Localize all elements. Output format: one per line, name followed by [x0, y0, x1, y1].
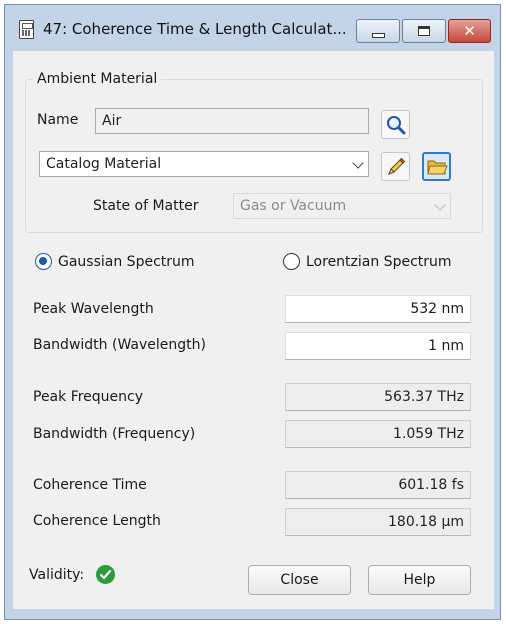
validity-label: Validity:: [29, 567, 85, 583]
state-of-matter-label: State of Matter: [93, 198, 199, 214]
gaussian-spectrum-radio[interactable]: Gaussian Spectrum: [35, 253, 195, 270]
material-name-value: Air: [102, 113, 122, 129]
state-of-matter-value: Gas or Vacuum: [240, 198, 347, 214]
close-icon: ✕: [463, 21, 476, 40]
open-material-file-button[interactable]: [422, 152, 451, 181]
state-of-matter-select: Gas or Vacuum: [233, 193, 451, 219]
close-window-button[interactable]: ✕: [448, 19, 491, 43]
material-name-field[interactable]: Air: [95, 108, 369, 134]
coherence-time-label: Coherence Time: [33, 477, 147, 493]
ambient-material-label: Ambient Material: [33, 71, 162, 87]
radio-unchecked-icon: [283, 253, 300, 270]
calculator-icon: [19, 20, 34, 39]
chevron-down-icon: [352, 157, 364, 169]
help-button-label: Help: [403, 572, 436, 588]
coherence-time-output: 601.18 fs: [285, 471, 471, 499]
lorentzian-spectrum-radio[interactable]: Lorentzian Spectrum: [283, 253, 452, 270]
bandwidth-frequency-output: 1.059 THz: [285, 420, 471, 448]
folder-open-icon: [426, 160, 448, 174]
coherence-time-value: 601.18 fs: [398, 477, 464, 493]
close-button[interactable]: Close: [248, 565, 351, 595]
calculator-window: 47: Coherence Time & Length Calculat... …: [4, 4, 501, 620]
coherence-length-value: 180.18 µm: [388, 514, 464, 530]
bandwidth-wavelength-label: Bandwidth (Wavelength): [33, 337, 206, 353]
bandwidth-frequency-label: Bandwidth (Frequency): [33, 426, 196, 442]
coherence-length-output: 180.18 µm: [285, 508, 471, 536]
peak-frequency-output: 563.37 THz: [285, 383, 471, 411]
coherence-length-label: Coherence Length: [33, 513, 161, 529]
peak-frequency-value: 563.37 THz: [384, 389, 464, 405]
edit-material-button[interactable]: [381, 152, 410, 181]
peak-frequency-label: Peak Frequency: [33, 389, 144, 405]
maximize-icon: [418, 26, 430, 36]
checkmark-icon: [96, 565, 115, 584]
material-source-select[interactable]: Catalog Material: [39, 151, 369, 177]
maximize-button[interactable]: [402, 19, 446, 43]
search-material-button[interactable]: [381, 110, 410, 139]
bandwidth-wavelength-value: 1 nm: [428, 338, 464, 354]
name-label: Name: [37, 112, 79, 128]
minimize-button[interactable]: [356, 19, 400, 43]
dialog-body: Ambient Material Name Air Catalog Materi…: [13, 51, 494, 609]
help-button[interactable]: Help: [368, 565, 471, 595]
peak-wavelength-label: Peak Wavelength: [33, 301, 154, 317]
peak-wavelength-input[interactable]: 532 nm: [285, 295, 471, 323]
bandwidth-wavelength-input[interactable]: 1 nm: [285, 332, 471, 360]
bandwidth-frequency-value: 1.059 THz: [393, 426, 464, 442]
magnifier-icon: [386, 115, 405, 134]
radio-checked-icon: [35, 253, 52, 270]
material-source-value: Catalog Material: [46, 156, 162, 172]
peak-wavelength-value: 532 nm: [410, 301, 464, 317]
close-button-label: Close: [280, 572, 319, 588]
lorentzian-spectrum-label: Lorentzian Spectrum: [306, 253, 452, 270]
title-bar[interactable]: 47: Coherence Time & Length Calculat... …: [5, 5, 500, 55]
chevron-down-icon: [434, 199, 446, 211]
window-title: 47: Coherence Time & Length Calculat...: [43, 20, 347, 38]
pencil-icon: [387, 157, 405, 175]
gaussian-spectrum-label: Gaussian Spectrum: [58, 253, 195, 270]
minimize-icon: [371, 32, 385, 38]
